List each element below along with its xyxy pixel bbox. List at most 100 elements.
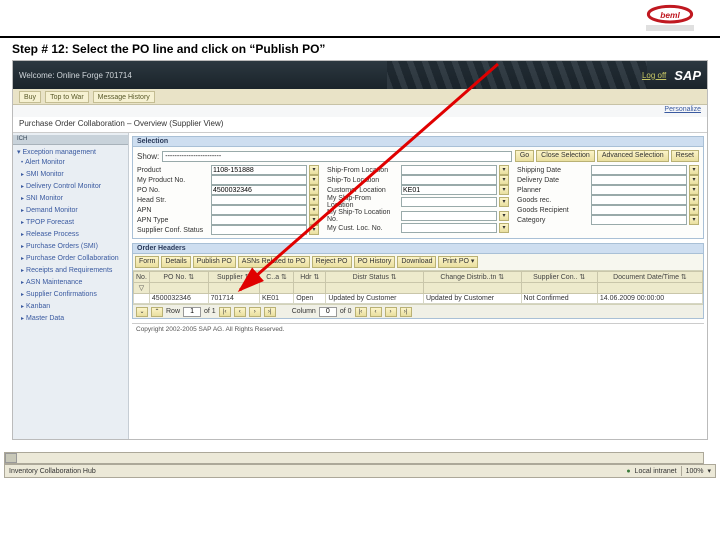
pono-input[interactable] [211, 185, 307, 195]
nav-po-smi[interactable]: Purchase Orders (SMI) [13, 241, 128, 253]
tab-top-to-war[interactable]: Top to War [45, 91, 89, 103]
apn-input[interactable] [211, 205, 307, 215]
next-row-icon[interactable]: › [249, 307, 261, 317]
f4-icon[interactable]: ▾ [309, 225, 319, 235]
nav-demand-monitor[interactable]: Demand Monitor [13, 205, 128, 217]
f4-icon[interactable]: ▾ [309, 185, 319, 195]
reset-button[interactable]: Reset [671, 150, 699, 162]
nav-release-process[interactable]: Release Process [13, 229, 128, 241]
col-no[interactable]: No. [134, 272, 150, 283]
publish-po-button[interactable]: Publish PO [193, 256, 236, 268]
go-button[interactable]: Go [515, 150, 534, 162]
myshipto-input[interactable] [401, 211, 497, 221]
col-ca[interactable]: C..a ⇅ [259, 272, 293, 283]
apntype-input[interactable] [211, 215, 307, 225]
nav-smi-monitor[interactable]: SMI Monitor [13, 169, 128, 181]
expand-all-icon[interactable]: ⌄ [136, 307, 148, 317]
col-distr[interactable]: Distr Status ⇅ [326, 272, 424, 283]
f4-icon[interactable]: ▾ [309, 195, 319, 205]
shipdate-input[interactable] [591, 165, 687, 175]
prev-col-icon[interactable]: ‹ [370, 307, 382, 317]
last-row-icon[interactable]: ›| [264, 307, 276, 317]
f4-icon[interactable]: ▾ [499, 175, 509, 185]
order-toolbar: Form Details Publish PO ASNs Related to … [133, 254, 703, 271]
myproduct-input[interactable] [211, 175, 307, 185]
col-current-input[interactable] [319, 307, 337, 317]
f4-icon[interactable]: ▾ [689, 215, 699, 225]
headstr-input[interactable] [211, 195, 307, 205]
col-pono[interactable]: PO No. ⇅ [149, 272, 208, 283]
first-col-icon[interactable]: |‹ [355, 307, 367, 317]
horizontal-scrollbar[interactable] [4, 452, 704, 464]
myshipfrom-label: My Ship-From Location [327, 195, 399, 209]
details-button[interactable]: Details [161, 256, 190, 268]
first-row-icon[interactable]: |‹ [219, 307, 231, 317]
nav-master-data[interactable]: Master Data [13, 313, 128, 325]
reject-po-button[interactable]: Reject PO [312, 256, 352, 268]
f4-icon[interactable]: ▾ [499, 211, 509, 221]
row-current-input[interactable] [183, 307, 201, 317]
nav-alert-monitor[interactable]: Alert Monitor [13, 157, 128, 169]
nav-delivery-control[interactable]: Delivery Control Monitor [13, 181, 128, 193]
filter-icon[interactable]: ▽ [139, 285, 144, 292]
delivdate-input[interactable] [591, 175, 687, 185]
personalize-link[interactable]: Personalize [664, 106, 701, 116]
form-button[interactable]: Form [135, 256, 159, 268]
po-history-button[interactable]: PO History [354, 256, 396, 268]
last-col-icon[interactable]: ›| [400, 307, 412, 317]
col-hdr[interactable]: Hdr ⇅ [294, 272, 326, 283]
collapse-all-icon[interactable]: ⌃ [151, 307, 163, 317]
product-input[interactable] [211, 165, 307, 175]
show-input[interactable] [162, 151, 512, 162]
f4-icon[interactable]: ▾ [499, 185, 509, 195]
nav-supplier-conf[interactable]: Supplier Confirmations [13, 289, 128, 301]
nav-receipts[interactable]: Receipts and Requirements [13, 265, 128, 277]
cal-icon[interactable]: ▾ [689, 165, 699, 175]
print-po-button[interactable]: Print PO ▾ [438, 256, 478, 268]
f4-icon[interactable]: ▾ [309, 165, 319, 175]
f4-icon[interactable]: ▾ [309, 215, 319, 225]
next-col-icon[interactable]: › [385, 307, 397, 317]
close-selection-button[interactable]: Close Selection [536, 150, 595, 162]
shipfrom-input[interactable] [401, 165, 497, 175]
nav-asn[interactable]: ASN Maintenance [13, 277, 128, 289]
f4-icon[interactable]: ▾ [309, 175, 319, 185]
col-docdate[interactable]: Document Date/Time ⇅ [597, 272, 702, 283]
prev-row-icon[interactable]: ‹ [234, 307, 246, 317]
nav-kanban[interactable]: Kanban [13, 301, 128, 313]
category-input[interactable] [591, 215, 687, 225]
shipto-input[interactable] [401, 175, 497, 185]
download-button[interactable]: Download [397, 256, 436, 268]
col-supcon[interactable]: Supplier Con.. ⇅ [521, 272, 597, 283]
mycust-input[interactable] [401, 223, 497, 233]
zoom-dropdown-icon[interactable]: ▾ [707, 467, 711, 475]
nav-sni-monitor[interactable]: SNI Monitor [13, 193, 128, 205]
myshipfrom-input[interactable] [401, 197, 497, 207]
f4-icon[interactable]: ▾ [689, 205, 699, 215]
f4-icon[interactable]: ▾ [309, 205, 319, 215]
f4-icon[interactable]: ▾ [499, 165, 509, 175]
nav-heading[interactable]: ▾ Exception management [13, 147, 128, 157]
table-row[interactable]: 4500032346 701714 KE01 Open Updated by C… [134, 294, 703, 304]
goodsrecipient-input[interactable] [591, 205, 687, 215]
scrollbar-thumb[interactable] [5, 453, 17, 463]
f4-icon[interactable]: ▾ [689, 195, 699, 205]
tab-message-history[interactable]: Message History [93, 91, 155, 103]
asns-button[interactable]: ASNs Related to PO [238, 256, 310, 268]
col-change[interactable]: Change Distrib..tn ⇅ [423, 272, 521, 283]
cal-icon[interactable]: ▾ [689, 175, 699, 185]
f4-icon[interactable]: ▾ [689, 185, 699, 195]
nav-tpop-forecast[interactable]: TPOP Forecast [13, 217, 128, 229]
planner-input[interactable] [591, 185, 687, 195]
advanced-selection-button[interactable]: Advanced Selection [597, 150, 669, 162]
supconf-input[interactable] [211, 225, 307, 235]
custloc-input[interactable] [401, 185, 497, 195]
nav-po-collaboration[interactable]: Purchase Order Collaboration [13, 253, 128, 265]
col-supplier[interactable]: Supplier ⇅ [208, 272, 259, 283]
f4-icon[interactable]: ▾ [499, 223, 509, 233]
goodsrec-input[interactable] [591, 195, 687, 205]
f4-icon[interactable]: ▾ [499, 197, 509, 207]
tab-buy[interactable]: Buy [19, 91, 41, 103]
nav-handle[interactable]: ICH [13, 135, 128, 145]
logoff-link[interactable]: Log off [642, 71, 666, 80]
